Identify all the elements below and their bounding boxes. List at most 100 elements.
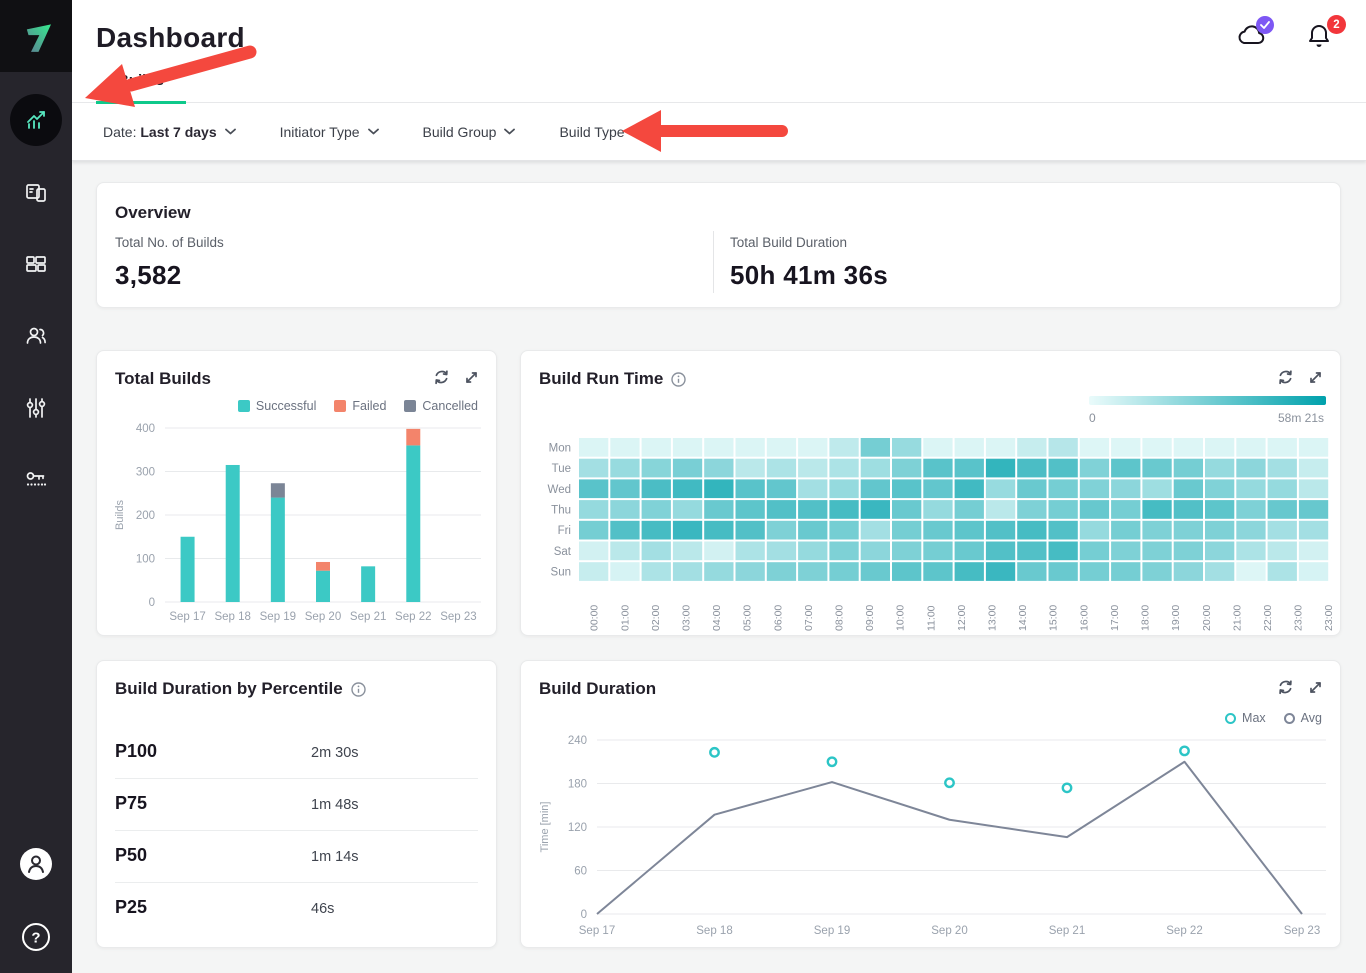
svg-text:12:00: 12:00	[956, 605, 968, 631]
svg-text:02:00: 02:00	[650, 605, 662, 631]
svg-text:14:00: 14:00	[1017, 605, 1029, 631]
chevron-down-icon	[504, 128, 515, 135]
svg-text:00:00: 00:00	[589, 605, 601, 631]
svg-text:0: 0	[581, 909, 587, 921]
sidebar-help[interactable]: ?	[0, 921, 72, 953]
filter-label: Date: Last 7 days	[103, 124, 217, 140]
svg-text:Sep 23: Sep 23	[440, 611, 476, 623]
insights-chart-icon	[23, 107, 49, 133]
sidebar-user-avatar[interactable]	[0, 846, 72, 882]
filter-label: Build Group	[423, 124, 497, 140]
svg-text:Sep 18: Sep 18	[696, 925, 732, 937]
svg-text:21:00: 21:00	[1231, 605, 1243, 631]
page-title: Dashboard	[96, 22, 245, 54]
percentile-card: Build Duration by Percentile P100 2m 30s…	[96, 660, 497, 948]
svg-text:01:00: 01:00	[619, 605, 631, 631]
dashboards-icon	[23, 251, 49, 277]
app-logo[interactable]	[0, 0, 72, 72]
filter-date[interactable]: Date: Last 7 days	[103, 124, 236, 140]
build-duration-card: Build Duration MaxAvg 060120180240Time […	[520, 660, 1341, 948]
svg-text:Tue: Tue	[552, 463, 571, 475]
svg-text:Sun: Sun	[551, 567, 571, 579]
notification-count-badge: 2	[1327, 15, 1346, 34]
svg-text:Sep 20: Sep 20	[305, 611, 341, 623]
svg-text:13:00: 13:00	[987, 605, 999, 631]
filter-build-group[interactable]: Build Group	[423, 124, 516, 140]
sidebar-item-settings[interactable]	[0, 380, 72, 436]
stat-label: Total Build Duration	[730, 235, 888, 250]
total-builds-chart: 0100200300400BuildsSep 17Sep 18Sep 19Sep…	[97, 351, 498, 637]
filter-bar: Date: Last 7 days Initiator Type Build G…	[72, 103, 1366, 161]
svg-text:09:00: 09:00	[864, 605, 876, 631]
cloud-status-badge	[1256, 16, 1274, 34]
cloud-sync-button[interactable]	[1236, 22, 1268, 54]
filter-initiator-type[interactable]: Initiator Type	[280, 124, 379, 140]
notifications-button[interactable]: 2	[1306, 22, 1338, 54]
svg-text:16:00: 16:00	[1078, 605, 1090, 631]
overview-card: Overview Total No. of Builds 3,582 Total…	[96, 182, 1341, 308]
avatar-icon	[18, 846, 54, 882]
svg-text:19:00: 19:00	[1170, 605, 1182, 631]
chevron-down-icon	[368, 128, 379, 135]
svg-text:Sep 23: Sep 23	[1284, 925, 1320, 937]
svg-text:Fri: Fri	[558, 525, 571, 537]
tab-builds[interactable]: Builds	[96, 72, 186, 102]
sidebar: ?	[0, 0, 72, 973]
filter-label: Build Type	[559, 124, 624, 140]
divider	[713, 231, 714, 293]
svg-text:Sat: Sat	[554, 546, 572, 558]
svg-text:240: 240	[568, 735, 587, 747]
svg-text:Sep 20: Sep 20	[931, 925, 967, 937]
sidebar-item-apps[interactable]	[0, 165, 72, 221]
sidebar-item-users[interactable]	[0, 308, 72, 364]
percentile-row-p25: P25 46s	[115, 883, 478, 935]
header: Dashboard 2 Builds Date: Last 7 days In	[72, 0, 1366, 161]
svg-text:Sep 22: Sep 22	[1166, 925, 1202, 937]
svg-text:0: 0	[149, 597, 155, 609]
apps-devices-icon	[23, 180, 49, 206]
percentile-value: 2m 30s	[311, 745, 359, 761]
svg-text:23:00: 23:00	[1323, 605, 1335, 631]
svg-text:Sep 21: Sep 21	[350, 611, 386, 623]
filter-build-type[interactable]: Build Type	[559, 124, 643, 140]
svg-text:07:00: 07:00	[803, 605, 815, 631]
overview-title: Overview	[115, 203, 191, 223]
svg-text:17:00: 17:00	[1109, 605, 1121, 631]
svg-text:15:00: 15:00	[1048, 605, 1060, 631]
percentile-name: P50	[115, 845, 147, 866]
svg-text:100: 100	[136, 554, 155, 566]
svg-text:20:00: 20:00	[1201, 605, 1213, 631]
svg-text:18:00: 18:00	[1140, 605, 1152, 631]
svg-text:Sep 18: Sep 18	[214, 611, 250, 623]
svg-text:Sep 17: Sep 17	[579, 925, 615, 937]
logo-7-icon	[16, 16, 56, 56]
users-icon	[23, 323, 49, 349]
sidebar-item-api-keys[interactable]	[0, 451, 72, 507]
svg-text:Sep 17: Sep 17	[169, 611, 205, 623]
build-run-time-card: Build Run Time 0 58m 21s MonTueWedThuFri…	[520, 350, 1341, 636]
percentile-value: 1m 14s	[311, 849, 359, 865]
settings-sliders-icon	[23, 395, 49, 421]
stat-value: 50h 41m 36s	[730, 260, 888, 291]
svg-text:300: 300	[136, 467, 155, 479]
percentile-row-p100: P100 2m 30s	[115, 727, 478, 779]
svg-text:23:00: 23:00	[1293, 605, 1305, 631]
sidebar-item-insights[interactable]	[10, 94, 62, 146]
svg-text:11:00: 11:00	[925, 605, 937, 631]
svg-text:?: ?	[31, 930, 40, 947]
tab-bar: Builds	[72, 72, 1366, 103]
stat-total-duration: Total Build Duration 50h 41m 36s	[730, 235, 888, 291]
svg-text:60: 60	[574, 866, 587, 878]
svg-text:Sep 21: Sep 21	[1049, 925, 1085, 937]
svg-text:Thu: Thu	[551, 504, 571, 516]
stat-value: 3,582	[115, 260, 224, 291]
info-icon[interactable]	[351, 682, 366, 697]
svg-text:Builds: Builds	[114, 500, 126, 530]
svg-text:400: 400	[136, 423, 155, 435]
percentile-row-p50: P50 1m 14s	[115, 831, 478, 883]
sidebar-item-dashboards[interactable]	[0, 236, 72, 292]
percentile-name: P100	[115, 741, 157, 762]
help-icon: ?	[20, 921, 52, 953]
stat-total-builds: Total No. of Builds 3,582	[115, 235, 224, 291]
percentile-name: P75	[115, 793, 147, 814]
